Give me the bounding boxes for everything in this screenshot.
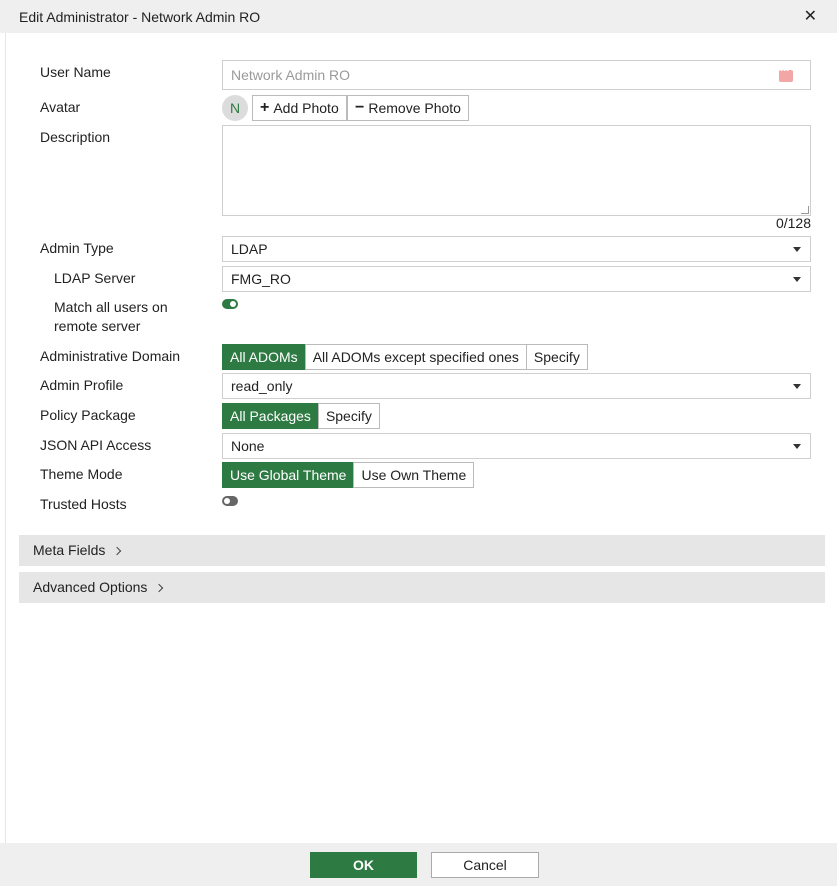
minus-icon: − [355,99,365,116]
admin-type-label: Admin Type [40,240,114,256]
ok-button[interactable]: OK [310,852,417,878]
user-name-input[interactable]: Network Admin RO [222,60,811,90]
policy-package-label: Policy Package [40,407,136,423]
toggle-knob [230,301,236,307]
json-api-value: None [231,438,265,454]
description-label: Description [40,129,111,145]
resize-handle-icon[interactable] [801,206,809,214]
caret-down-icon [793,277,801,282]
caret-down-icon [793,384,801,389]
admin-domain-specify[interactable]: Specify [525,344,588,370]
theme-mode-label: Theme Mode [40,466,123,482]
caret-down-icon [793,444,801,449]
admin-type-value: LDAP [231,241,268,257]
admin-type-select[interactable]: LDAP [222,236,811,262]
chevron-right-icon [113,546,122,556]
ldap-server-value: FMG_RO [231,271,291,287]
admin-domain-all-adoms[interactable]: All ADOMs [222,344,306,370]
theme-mode-segmented: Use Global Theme Use Own Theme [222,462,475,488]
avatar: N [222,95,248,121]
dialog-titlebar: Edit Administrator - Network Admin RO ✕ [0,0,837,33]
toggle-knob [224,498,230,504]
json-api-select[interactable]: None [222,433,811,459]
description-counter: 0/128 [775,215,811,231]
match-users-label-line2: remote server [54,318,141,334]
policy-package-specify[interactable]: Specify [317,403,380,429]
admin-domain-except[interactable]: All ADOMs except specified ones [304,344,527,370]
description-textarea[interactable] [222,125,811,216]
dialog-footer: OK Cancel [0,843,837,886]
add-photo-label: Add Photo [273,100,339,116]
close-icon[interactable]: ✕ [804,8,817,25]
avatar-label: Avatar [40,99,81,115]
meta-fields-label: Meta Fields [33,542,106,558]
admin-profile-label: Admin Profile [40,377,124,393]
match-users-label: Match all users on remote server [54,298,168,336]
add-photo-button[interactable]: + Add Photo [252,95,347,121]
admin-profile-select[interactable]: read_only [222,373,811,399]
advanced-options-section[interactable]: Advanced Options [19,572,825,603]
ldap-server-select[interactable]: FMG_RO [222,266,811,292]
admin-domain-segmented: All ADOMs All ADOMs except specified one… [222,344,588,370]
caret-down-icon [793,247,801,252]
chevron-right-icon [155,583,164,593]
admin-domain-label: Administrative Domain [40,348,181,364]
dialog-title: Edit Administrator - Network Admin RO [19,8,261,25]
cancel-button[interactable]: Cancel [431,852,539,878]
advanced-options-label: Advanced Options [33,579,148,595]
password-dots-icon [779,63,793,82]
policy-package-segmented: All Packages Specify [222,403,380,429]
match-users-toggle[interactable] [222,299,238,309]
meta-fields-section[interactable]: Meta Fields [19,535,825,566]
ldap-server-label: LDAP Server [54,270,136,286]
trusted-hosts-label: Trusted Hosts [40,496,127,512]
user-name-placeholder: Network Admin RO [231,67,351,83]
theme-mode-own[interactable]: Use Own Theme [353,462,475,488]
json-api-label: JSON API Access [40,437,152,453]
remove-photo-button[interactable]: − Remove Photo [347,95,469,121]
match-users-label-line1: Match all users on [54,299,168,315]
user-name-label: User Name [40,64,111,80]
admin-profile-value: read_only [231,378,293,394]
theme-mode-global[interactable]: Use Global Theme [222,462,355,488]
trusted-hosts-toggle[interactable] [222,496,238,506]
remove-photo-label: Remove Photo [368,100,461,116]
plus-icon: + [260,99,270,116]
dialog-content: User Name Network Admin RO Avatar N + Ad… [5,33,837,843]
policy-package-all[interactable]: All Packages [222,403,319,429]
